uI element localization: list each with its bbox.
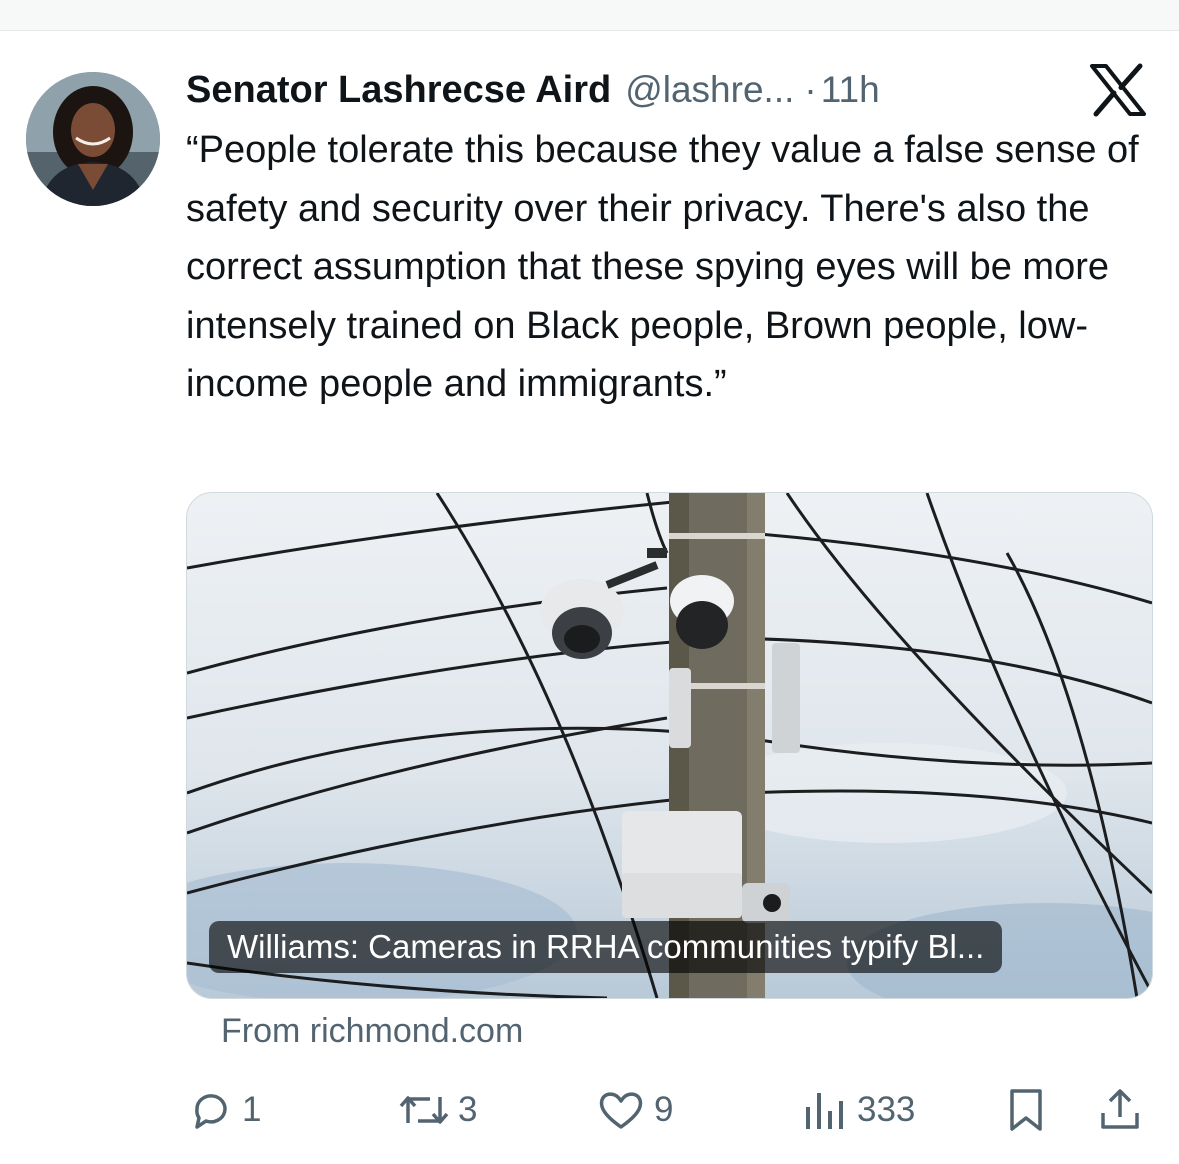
card-source[interactable]: From richmond.com xyxy=(221,1012,523,1051)
reply-button[interactable]: 1 xyxy=(188,1082,261,1138)
author-handle[interactable]: @lashre... xyxy=(625,69,794,111)
bookmark-button[interactable] xyxy=(1006,1082,1046,1138)
tweet-text: “People tolerate this because they value… xyxy=(186,129,1139,405)
card-caption: Williams: Cameras in RRHA communities ty… xyxy=(209,921,1003,973)
reply-icon xyxy=(195,1094,227,1129)
bookmark-icon xyxy=(1010,1089,1042,1131)
like-count: 9 xyxy=(654,1090,674,1129)
link-card[interactable]: Williams: Cameras in RRHA communities ty… xyxy=(186,492,1153,999)
heart-icon xyxy=(599,1092,643,1129)
like-button[interactable]: 9 xyxy=(596,1082,673,1138)
repost-button[interactable]: 3 xyxy=(398,1082,477,1138)
tweet-time[interactable]: 11h xyxy=(821,69,880,111)
share-button[interactable] xyxy=(1098,1082,1142,1138)
tweet-header: Senator Lashrecse Aird @lashre... · 11h xyxy=(186,64,880,116)
repost-icon xyxy=(399,1096,449,1124)
action-bar: 1 3 9 333 xyxy=(0,1082,1179,1138)
views-button[interactable]: 333 xyxy=(803,1082,915,1138)
views-count: 333 xyxy=(857,1090,916,1129)
views-chart-icon xyxy=(806,1093,843,1129)
author-name[interactable]: Senator Lashrecse Aird xyxy=(186,69,611,112)
x-logo-icon xyxy=(1088,62,1148,118)
header-separator: · xyxy=(804,69,817,110)
share-icon xyxy=(1101,1089,1139,1129)
reply-count: 1 xyxy=(242,1090,262,1129)
top-edge-strip xyxy=(0,0,1179,31)
avatar-photo-icon xyxy=(26,72,160,206)
author-avatar[interactable] xyxy=(26,72,160,206)
repost-count: 3 xyxy=(458,1090,478,1129)
